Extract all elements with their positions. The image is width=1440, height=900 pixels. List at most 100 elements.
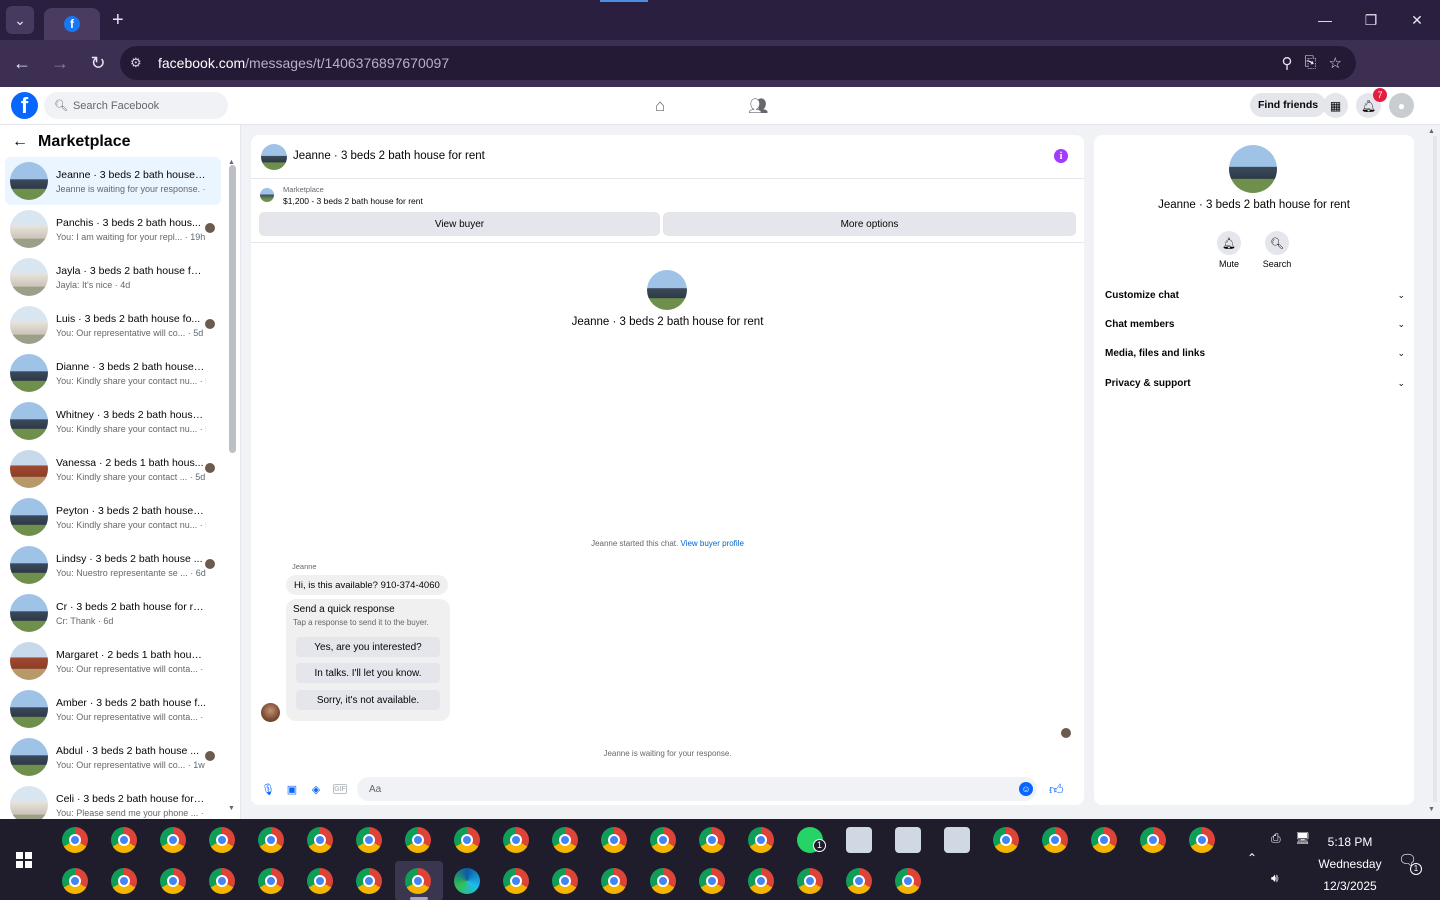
show-hidden-icons-icon[interactable]: ⌃ — [1247, 851, 1257, 865]
chrome-taskbar-icon[interactable] — [748, 827, 774, 853]
chrome-taskbar-icon[interactable] — [62, 827, 88, 853]
conversation-item[interactable]: Margaret · 2 beds 1 bath house... You: Ou… — [5, 637, 221, 685]
conversation-item[interactable]: Vanessa · 2 beds 1 bath hous... You: Kind… — [5, 445, 221, 493]
chrome-taskbar-icon[interactable] — [405, 827, 431, 853]
chrome-taskbar-icon[interactable] — [111, 827, 137, 853]
chrome-taskbar-icon[interactable] — [160, 868, 186, 894]
home-icon[interactable]: ⌂ — [655, 96, 665, 116]
message-input-wrap[interactable]: ☺ — [357, 777, 1037, 801]
keyboard-app-taskbar-icon[interactable] — [895, 827, 921, 853]
search-input[interactable] — [72, 99, 223, 112]
menu-grid-icon[interactable]: ▦ — [1323, 93, 1348, 118]
conversation-item[interactable]: Abdul · 3 beds 2 bath house ... You: Our … — [5, 733, 221, 781]
chrome-taskbar-icon[interactable] — [797, 868, 823, 894]
search-action[interactable]: 🔍︎ Search — [1257, 231, 1297, 269]
message-input[interactable] — [369, 783, 1009, 795]
chrome-taskbar-icon[interactable] — [1189, 827, 1215, 853]
info-icon[interactable]: i — [1054, 149, 1068, 163]
chrome-taskbar-icon[interactable] — [552, 827, 578, 853]
find-friends-button[interactable]: Find friends — [1250, 93, 1327, 117]
conversation-item[interactable]: Panchis · 3 beds 2 bath hous... You: I am… — [5, 205, 221, 253]
more-options-button[interactable]: More options — [663, 212, 1076, 236]
chrome-taskbar-icon[interactable] — [1091, 827, 1117, 853]
chrome-taskbar-icon[interactable] — [503, 868, 529, 894]
reload-icon[interactable]: ↻ — [82, 48, 114, 80]
section-customize-chat[interactable]: Customize chat ⌄ — [1105, 285, 1405, 305]
conversation-item[interactable]: Jayla · 3 beds 2 bath house for ... Jayla… — [5, 253, 221, 301]
address-bar[interactable]: ⚙ facebook.com/messages/t/14063768976700… — [120, 46, 1356, 80]
chrome-taskbar-icon[interactable] — [601, 827, 627, 853]
notepad-app-taskbar-icon[interactable] — [944, 827, 970, 853]
section-chat-members[interactable]: Chat members ⌄ — [1105, 314, 1405, 334]
page-scroll-down-icon[interactable]: ▼ — [1428, 806, 1435, 813]
conversation-item[interactable]: Amber · 3 beds 2 bath house f... You: Our… — [5, 685, 221, 733]
conversation-item[interactable]: Peyton · 3 beds 2 bath house f... You: Ki… — [5, 493, 221, 541]
chrome-taskbar-icon[interactable] — [650, 868, 676, 894]
chrome-taskbar-icon[interactable] — [650, 827, 676, 853]
conversation-item[interactable]: Cr · 3 beds 2 bath house for rent Cr: Tha… — [5, 589, 221, 637]
page-scroll-up-icon[interactable]: ▲ — [1428, 128, 1435, 135]
chrome-taskbar-icon[interactable] — [356, 827, 382, 853]
network-icon[interactable]: 🖥︎ — [1295, 831, 1310, 845]
view-buyer-button[interactable]: View buyer — [259, 212, 660, 236]
scroll-down-icon[interactable]: ▼ — [228, 805, 235, 812]
conversation-item[interactable]: Whitney · 3 beds 2 bath house ... You: Ki… — [5, 397, 221, 445]
chrome-taskbar-icon[interactable] — [209, 827, 235, 853]
sidebar-scrollbar[interactable] — [229, 165, 236, 453]
section-privacy-support[interactable]: Privacy & support ⌄ — [1105, 373, 1405, 393]
chrome-taskbar-icon[interactable] — [895, 868, 921, 894]
quick-response-button[interactable]: Sorry, it's not available. — [296, 690, 440, 710]
gif-icon[interactable]: GIF — [333, 784, 347, 794]
chrome-taskbar-icon[interactable] — [993, 827, 1019, 853]
conversation-item[interactable]: Dianne · 3 beds 2 bath house f... You: Ki… — [5, 349, 221, 397]
restore-icon[interactable]: ❐ — [1348, 0, 1394, 40]
close-icon[interactable]: ✕ — [1394, 0, 1440, 40]
listing-thumbnail[interactable] — [260, 188, 274, 202]
tab-search-icon[interactable]: ⌄ — [6, 6, 34, 34]
account-avatar[interactable]: ● — [1389, 93, 1414, 118]
chrome-taskbar-icon[interactable] — [209, 868, 235, 894]
chrome-taskbar-icon[interactable] — [405, 868, 431, 894]
friends-icon[interactable]: 👥︎ — [748, 96, 768, 116]
chrome-taskbar-icon[interactable] — [1042, 827, 1068, 853]
conversation-item[interactable]: Lindsy · 3 beds 2 bath house ... You: Nue… — [5, 541, 221, 589]
page-scrollbar[interactable] — [1433, 136, 1437, 802]
zoom-icon[interactable]: ⚲ — [1282, 54, 1293, 72]
buyer-avatar[interactable] — [261, 703, 280, 722]
volume-icon[interactable]: 🔊︎ — [1271, 871, 1279, 886]
chrome-taskbar-icon[interactable] — [356, 868, 382, 894]
app-window-taskbar-icon[interactable] — [846, 827, 872, 853]
chrome-taskbar-icon[interactable] — [503, 827, 529, 853]
chrome-taskbar-icon[interactable] — [307, 868, 333, 894]
section-media-files-links[interactable]: Media, files and links ⌄ — [1105, 343, 1405, 363]
emoji-icon[interactable]: ☺ — [1019, 782, 1033, 796]
chrome-taskbar-icon[interactable] — [846, 868, 872, 894]
chrome-taskbar-icon[interactable] — [111, 868, 137, 894]
chrome-taskbar-icon[interactable] — [454, 827, 480, 853]
chrome-taskbar-icon[interactable] — [258, 827, 284, 853]
mute-action[interactable]: 🔔︎ Mute — [1209, 231, 1249, 269]
conversation-item[interactable]: Celi · 3 beds 2 bath house for r... You: … — [5, 781, 221, 819]
windows-start-icon[interactable] — [16, 852, 32, 868]
new-tab-button[interactable]: + — [112, 9, 124, 32]
message-bubble[interactable]: Hi, is this available? 910-374-4060 — [286, 575, 448, 595]
thumbs-up-icon[interactable]: 👍︎ — [1049, 781, 1064, 798]
system-clock[interactable]: 5:18 PM Wednesday 12/3/2025 — [1310, 831, 1390, 897]
bell-icon[interactable]: 🔔︎ — [1217, 231, 1241, 255]
url-text[interactable]: facebook.com/messages/t/1406376897670097 — [158, 55, 1282, 71]
chrome-taskbar-icon[interactable] — [62, 868, 88, 894]
chrome-taskbar-icon[interactable] — [1140, 827, 1166, 853]
chat-title[interactable]: Jeanne · 3 beds 2 bath house for rent — [293, 150, 485, 162]
photo-icon[interactable]: ▣ — [285, 782, 299, 796]
quick-response-button[interactable]: Yes, are you interested? — [296, 637, 440, 657]
conversation-item[interactable]: Jeanne · 3 beds 2 bath house f... Jeanne … — [5, 157, 221, 205]
chrome-taskbar-icon[interactable] — [699, 868, 725, 894]
chat-avatar[interactable] — [261, 144, 287, 170]
details-avatar[interactable] — [1229, 145, 1277, 193]
chrome-taskbar-icon[interactable] — [258, 868, 284, 894]
forward-icon[interactable]: → — [44, 48, 76, 80]
chrome-taskbar-icon[interactable] — [748, 868, 774, 894]
minimize-icon[interactable]: — — [1302, 0, 1348, 40]
listing-price-title[interactable]: $1,200 - 3 beds 2 bath house for rent — [283, 196, 423, 206]
chrome-taskbar-icon[interactable] — [307, 827, 333, 853]
